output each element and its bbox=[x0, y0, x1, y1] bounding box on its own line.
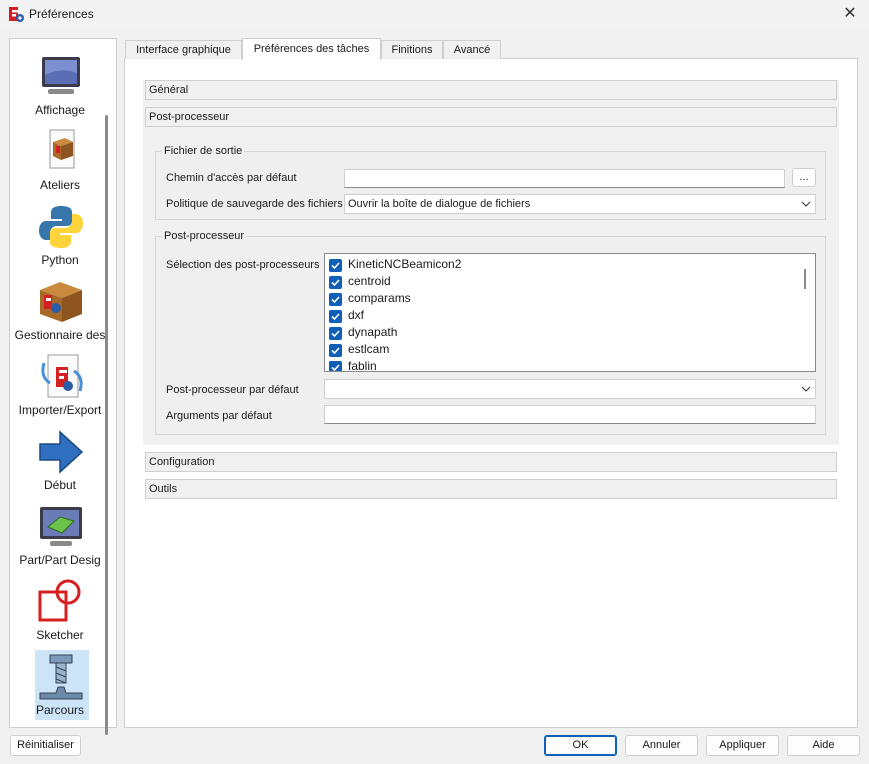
default-path-label: Chemin d'accès par défaut bbox=[166, 172, 297, 184]
tab-interface-graphique[interactable]: Interface graphique bbox=[125, 40, 242, 59]
sidebar-item-sketcher[interactable]: Sketcher bbox=[10, 578, 106, 646]
close-icon[interactable]: ✕ bbox=[837, 3, 863, 25]
monitor-icon bbox=[42, 57, 80, 94]
freecad-logo-icon bbox=[9, 7, 24, 22]
chevron-down-icon bbox=[801, 201, 811, 207]
default-post-processor-label: Post-processeur par défaut bbox=[166, 384, 299, 396]
checkbox-checked-icon[interactable] bbox=[329, 361, 342, 371]
post-processor-selection-label: Sélection des post-processeurs bbox=[166, 259, 320, 271]
save-policy-value: Ouvrir la boîte de dialogue de fichiers bbox=[348, 198, 531, 210]
sidebar-item-parcours[interactable]: Parcours bbox=[10, 650, 106, 721]
python-icon bbox=[39, 206, 83, 248]
addon-manager-icon bbox=[40, 282, 82, 322]
sidebar-item-label: Début bbox=[43, 478, 77, 492]
post-processor-list[interactable]: KineticNCBeamicon2 centroid comparams dx… bbox=[324, 253, 816, 372]
section-general[interactable]: Général bbox=[145, 80, 837, 100]
import-export-icon bbox=[41, 354, 83, 398]
section-post-processeur[interactable]: Post-processeur bbox=[145, 107, 837, 127]
sidebar-item-label: Importer/Export bbox=[18, 403, 102, 417]
sidebar-item-label: Part/Part Desig bbox=[19, 553, 101, 567]
title-bar: Préférences ✕ bbox=[0, 0, 869, 28]
sidebar-item-gestionnaire[interactable]: Gestionnaire des bbox=[10, 278, 106, 346]
checkbox-checked-icon[interactable] bbox=[329, 327, 342, 340]
preferences-category-list[interactable]: Affichage Ateliers Python Gestionnaire d… bbox=[9, 38, 117, 735]
default-arguments-input[interactable] bbox=[324, 405, 816, 424]
help-button[interactable]: Aide bbox=[787, 735, 860, 756]
section-outils[interactable]: Outils bbox=[145, 479, 837, 499]
sidebar-item-label: Ateliers bbox=[39, 178, 80, 192]
apply-button[interactable]: Appliquer bbox=[706, 735, 779, 756]
ok-button[interactable]: OK bbox=[544, 735, 617, 756]
checkbox-checked-icon[interactable] bbox=[329, 259, 342, 272]
sidebar-item-part-design[interactable]: Part/Part Desig bbox=[10, 503, 106, 571]
default-post-processor-select[interactable] bbox=[324, 379, 816, 399]
default-path-input[interactable] bbox=[344, 169, 785, 188]
sidebar-item-label: Gestionnaire des bbox=[14, 328, 106, 342]
tab-preferences-des-taches[interactable]: Préférences des tâches bbox=[242, 38, 381, 60]
cancel-button[interactable]: Annuler bbox=[625, 735, 698, 756]
save-policy-select[interactable]: Ouvrir la boîte de dialogue de fichiers bbox=[344, 194, 816, 214]
default-arguments-label: Arguments par défaut bbox=[166, 410, 272, 422]
sidebar-item-label: Sketcher bbox=[36, 628, 84, 642]
tab-avance[interactable]: Avancé bbox=[443, 40, 501, 59]
post-processor-group-title: Post-processeur bbox=[162, 230, 247, 242]
sidebar-item-python[interactable]: Python bbox=[10, 203, 106, 271]
sidebar-item-label: Parcours bbox=[35, 703, 85, 717]
path-milling-icon bbox=[39, 654, 83, 700]
tab-finitions[interactable]: Finitions bbox=[381, 40, 443, 59]
save-policy-label: Politique de sauvegarde des fichiers bbox=[166, 198, 343, 210]
sidebar-item-debut[interactable]: Début bbox=[10, 428, 106, 496]
checkbox-checked-icon[interactable] bbox=[329, 293, 342, 306]
sketcher-icon bbox=[38, 579, 81, 622]
checkbox-checked-icon[interactable] bbox=[329, 344, 342, 357]
output-file-group-title: Fichier de sortie bbox=[162, 145, 245, 157]
section-configuration[interactable]: Configuration bbox=[145, 452, 837, 472]
sidebar-item-ateliers[interactable]: Ateliers bbox=[10, 128, 106, 196]
chevron-down-icon bbox=[801, 386, 811, 392]
workbench-box-icon bbox=[49, 129, 75, 169]
part-design-icon bbox=[40, 507, 82, 546]
sidebar-item-label: Python bbox=[41, 253, 79, 267]
checkbox-checked-icon[interactable] bbox=[329, 310, 342, 323]
sidebar-item-importer-export[interactable]: Importer/Export bbox=[10, 353, 106, 421]
list-scrollbar[interactable] bbox=[804, 269, 806, 289]
browse-button[interactable]: ... bbox=[792, 168, 816, 187]
sidebar-item-label: Affichage bbox=[35, 103, 85, 117]
reset-button[interactable]: Réinitialiser bbox=[10, 735, 81, 756]
window-title: Préférences bbox=[29, 7, 94, 21]
arrow-right-icon bbox=[39, 430, 84, 474]
checkbox-checked-icon[interactable] bbox=[329, 276, 342, 289]
sidebar-item-affichage[interactable]: Affichage bbox=[10, 53, 106, 121]
